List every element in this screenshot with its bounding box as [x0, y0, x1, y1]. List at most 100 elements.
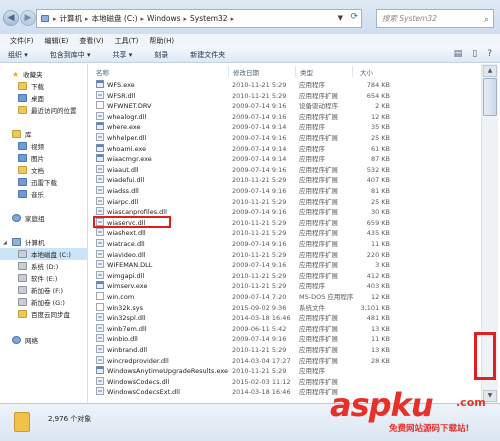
forward-button[interactable]: ▶ — [20, 10, 36, 26]
view-options-icon[interactable]: ▤ — [454, 49, 463, 59]
column-header-name[interactable]: 名称 — [96, 67, 109, 78]
column-divider[interactable] — [228, 66, 229, 77]
menu-file[interactable]: 文件(F) — [10, 36, 34, 46]
file-size: 13 KB — [370, 346, 390, 354]
nav-item-drive-g[interactable]: 新加卷 (G:) — [0, 296, 87, 308]
file-row[interactable]: wiaaut.dll 2009-07-14 9:16 应用程序扩展 532 KB — [90, 164, 390, 176]
crumb-separator: ▸ — [53, 14, 57, 23]
back-button[interactable]: ◀ — [3, 10, 19, 26]
nav-item-desktop[interactable]: 桌面 — [0, 92, 87, 104]
nav-item-recent[interactable]: 最近访问的位置 — [0, 104, 87, 116]
nav-item-drive-d[interactable]: 系统 (D:) — [0, 260, 87, 272]
nav-item-xunlei[interactable]: 迅雷下载 — [0, 176, 87, 188]
file-type: 应用程序 — [299, 144, 325, 153]
file-name: wiavideo.dll — [107, 250, 146, 259]
menu-tools[interactable]: 工具(T) — [115, 36, 139, 46]
file-row[interactable]: win32k.sys 2015-09-02 9:36 系统文件 3,101 KB — [90, 302, 390, 314]
file-row[interactable]: WindowsAnytimeUpgradeResults.exe 2010-11-… — [90, 366, 390, 377]
file-row[interactable]: wimserv.exe 2010-11-21 5:29 应用程序 403 KB — [90, 281, 390, 292]
column-divider[interactable] — [295, 66, 296, 77]
menu-view[interactable]: 查看(V) — [79, 36, 103, 46]
nav-item-label: 计算机 — [25, 239, 45, 247]
nav-item-downloads[interactable]: 下载 — [0, 80, 87, 92]
nav-item-label: 系统 (D:) — [31, 263, 59, 271]
nav-item-pictures[interactable]: 图片 — [0, 152, 87, 164]
column-header-date[interactable]: 修改日期 — [233, 67, 259, 78]
file-row[interactable]: win.com 2009-07-14 7:20 MS-DOS 应用程序 12 KB — [90, 292, 390, 303]
nav-item-documents[interactable]: 文档 — [0, 164, 87, 176]
breadcrumb-item[interactable]: Windows — [147, 14, 180, 23]
search-icon[interactable]: ⌕ — [484, 12, 489, 29]
column-header-type[interactable]: 类型 — [300, 67, 313, 78]
file-type: 应用程序扩展 — [299, 346, 338, 354]
search-input[interactable]: 搜索 System32 ⌕ — [376, 9, 494, 28]
dll-file-icon — [96, 313, 104, 322]
chevron-down-icon[interactable]: ▼ — [338, 14, 343, 22]
nav-item-homegroup[interactable]: 家庭组 — [0, 212, 87, 224]
file-row[interactable]: WFS.exe 2010-11-21 5:29 应用程序 784 KB — [90, 80, 390, 91]
nav-item-baidu-sync[interactable]: 百度云同步盘 — [0, 308, 87, 320]
refresh-icon[interactable]: ⟳ — [350, 12, 358, 22]
breadcrumb-item[interactable]: 计算机 — [60, 13, 83, 24]
file-row[interactable]: WFSR.dll 2010-11-21 5:29 应用程序扩展 654 KB — [90, 90, 390, 102]
organize-button[interactable]: 组织 ▾ — [8, 50, 28, 60]
nav-item-libraries[interactable]: 库 — [0, 128, 87, 140]
nav-item-network[interactable]: 网络 — [0, 334, 87, 346]
file-date: 2015-02-03 11:12 — [232, 377, 291, 386]
file-row[interactable]: WFWNET.DRV 2009-07-14 9:16 设备驱动程序 2 KB — [90, 101, 390, 112]
nav-item-videos[interactable]: 视频 — [0, 140, 87, 152]
file-date: 2009-07-14 9:16 — [232, 112, 287, 121]
file-row[interactable]: wiarpc.dll 2010-11-21 5:29 应用程序扩展 25 KB — [90, 196, 390, 208]
file-row[interactable]: WIFEMAN.DLL 2009-07-14 9:16 应用程序扩展 3 KB — [90, 260, 390, 271]
file-name: win32k.sys — [107, 303, 143, 312]
share-button[interactable]: 共享 ▾ — [113, 50, 133, 60]
breadcrumb-item[interactable]: 本地磁盘 (C:) — [92, 13, 138, 24]
file-row[interactable]: whoami.exe 2009-07-14 9:14 应用程序 61 KB — [90, 143, 390, 155]
file-name: where.exe — [107, 123, 141, 132]
file-row[interactable]: wiadefui.dll 2010-11-21 5:29 应用程序扩展 407 KB — [90, 175, 390, 186]
file-row[interactable]: wiatrace.dll 2009-07-14 9:16 应用程序扩展 11 KB — [90, 239, 390, 250]
file-row[interactable]: winbio.dll 2009-07-14 9:16 应用程序扩展 11 KB — [90, 334, 390, 345]
file-row[interactable]: wiaacmgr.exe 2009-07-14 9:14 应用程序 87 KB — [90, 154, 390, 165]
file-type: 应用程序扩展 — [299, 176, 338, 185]
new-folder-button[interactable]: 新建文件夹 — [190, 50, 225, 60]
file-row[interactable]: wiavideo.dll 2010-11-21 5:29 应用程序扩展 220 KB — [90, 249, 390, 261]
file-row[interactable]: wiadss.dll 2009-07-14 9:16 应用程序扩展 81 KB — [90, 186, 390, 197]
file-row[interactable]: whealogr.dll 2009-07-14 9:16 应用程序扩展 12 KB — [90, 111, 390, 123]
file-date: 2009-07-14 9:16 — [232, 187, 287, 195]
column-header-size[interactable]: 大小 — [360, 67, 373, 78]
file-type: 应用程序扩展 — [299, 335, 338, 344]
menu-edit[interactable]: 编辑(E) — [45, 36, 69, 46]
breadcrumb-item[interactable]: System32 — [190, 14, 228, 23]
nav-item-drive-c[interactable]: 本地磁盘 (C:) — [0, 248, 87, 260]
dll-file-icon — [96, 249, 104, 258]
scroll-up-icon[interactable]: ▲ — [483, 65, 497, 77]
nav-item-music[interactable]: 音乐 — [0, 188, 87, 200]
file-row[interactable]: wimgapi.dll 2010-11-21 5:29 应用程序扩展 412 KB — [90, 270, 390, 282]
burn-button[interactable]: 刻录 — [154, 50, 168, 60]
file-row[interactable]: wincredprovider.dll 2014-03-04 17:27 应用程序扩… — [90, 355, 390, 367]
item-count: 2,976 个对象 — [48, 415, 92, 423]
address-bar[interactable]: ▸ 计算机 ▸ 本地磁盘 (C:) ▸ Windows ▸ System32 ▸… — [36, 9, 362, 28]
preview-pane-icon[interactable]: ▯ — [472, 49, 477, 59]
menu-help[interactable]: 帮助(H) — [149, 36, 174, 46]
file-row[interactable]: win32spl.dll 2014-03-18 16:46 应用程序扩展 481 KB — [90, 313, 390, 324]
file-row[interactable]: winb7em.dll 2009-06-11 5:42 应用程序扩展 13 KB — [90, 323, 390, 335]
file-row[interactable]: where.exe 2009-07-14 9:14 应用程序 35 KB — [90, 122, 390, 133]
nav-item-drive-e[interactable]: 软件 (E:) — [0, 272, 87, 284]
nav-item-drive-f[interactable]: 新加卷 (F:) — [0, 284, 87, 296]
folder-icon — [18, 178, 27, 186]
nav-item-favorites[interactable]: ★ 收藏夹 — [0, 68, 87, 80]
file-row[interactable]: winbrand.dll 2010-11-21 5:29 应用程序扩展 13 KB — [90, 345, 390, 356]
help-icon[interactable]: ? — [487, 49, 492, 59]
folder-icon — [18, 166, 27, 174]
scroll-thumb[interactable] — [483, 78, 497, 116]
include-in-library-button[interactable]: 包含到库中 ▾ — [50, 50, 91, 60]
nav-item-label: 音乐 — [31, 191, 44, 199]
folder-icon — [14, 412, 30, 432]
column-divider[interactable] — [352, 66, 353, 77]
nav-item-computer[interactable]: 计算机 — [0, 236, 87, 248]
file-row[interactable]: wiashext.dll 2010-11-21 5:29 应用程序扩展 435 KB — [90, 228, 390, 239]
nav-item-label: 视频 — [31, 143, 44, 151]
file-row[interactable]: whhelper.dll 2009-07-14 9:16 应用程序扩展 25 KB — [90, 133, 390, 144]
